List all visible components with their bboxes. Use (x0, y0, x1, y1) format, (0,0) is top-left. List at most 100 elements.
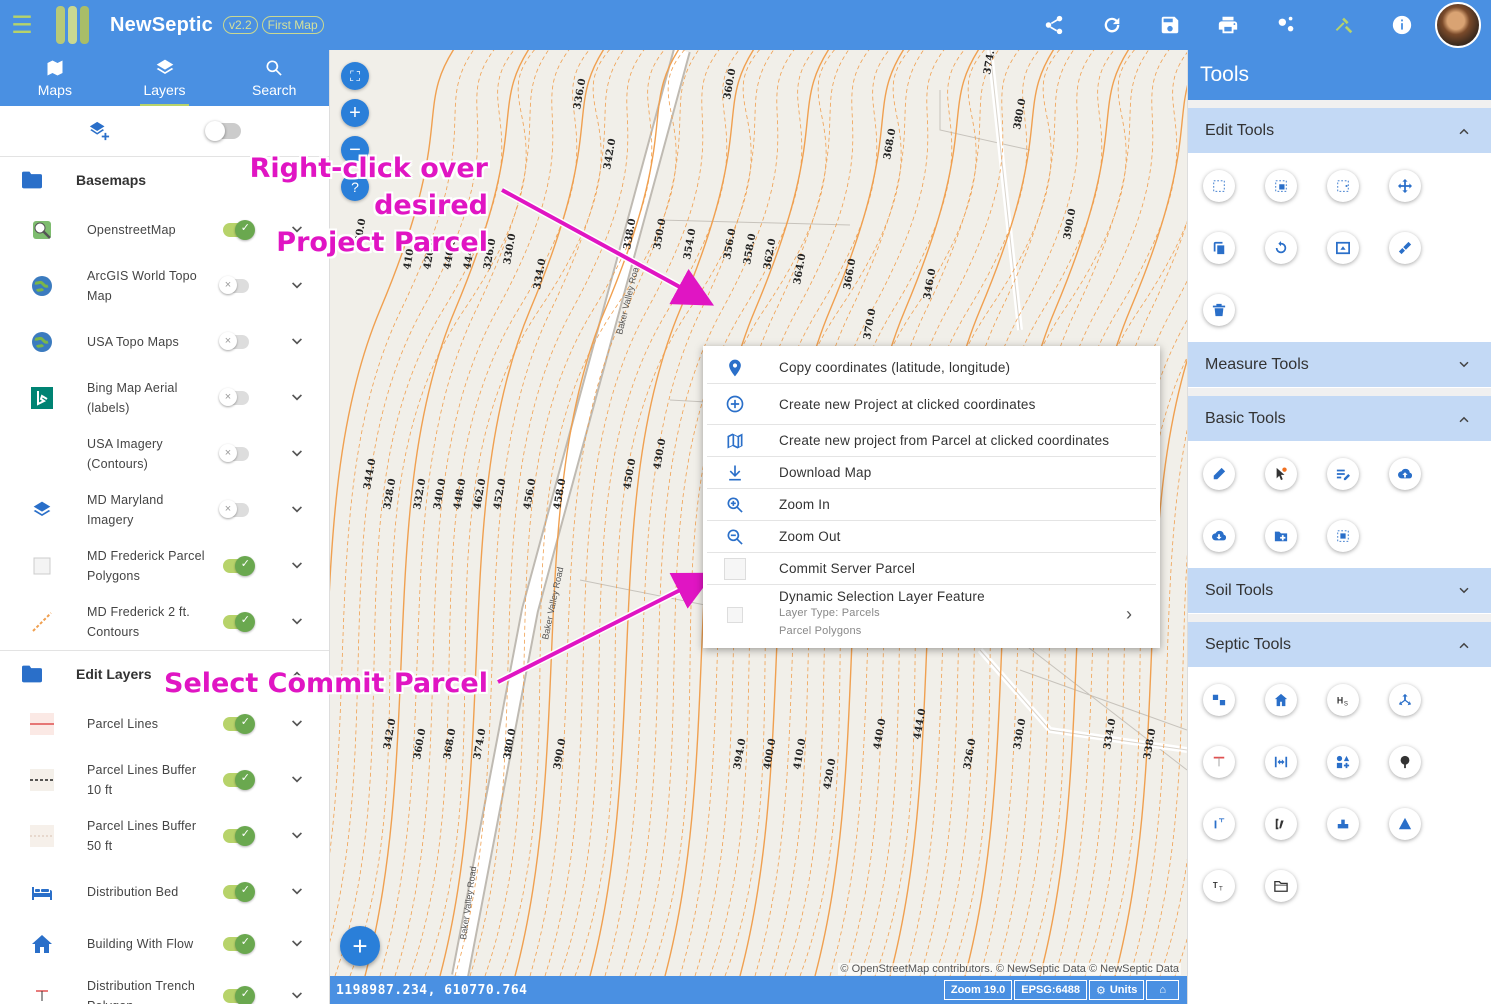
create-project-from-parcel-item[interactable]: Create new project from Parcel at clicke… (707, 425, 1156, 457)
septic-tools-header[interactable]: Septic Tools (1188, 622, 1491, 668)
fullscreen-icon[interactable]: ⛶ (341, 62, 369, 90)
move-icon[interactable] (1389, 170, 1421, 202)
cloud-download-icon[interactable] (1203, 520, 1235, 552)
clean-icon[interactable] (1389, 232, 1421, 264)
layer-toggle[interactable] (223, 934, 255, 954)
zoom-out-item[interactable]: Zoom Out (707, 521, 1156, 553)
hs-icon[interactable]: HS (1327, 684, 1359, 716)
pencil-icon[interactable] (1203, 458, 1235, 490)
tree-icon[interactable] (1389, 746, 1421, 778)
house-icon[interactable] (1265, 684, 1297, 716)
copy-coordinates-item[interactable]: Copy coordinates (latitude, longitude) (707, 352, 1156, 384)
pointer-icon[interactable] (1265, 458, 1297, 490)
chevron-down-icon[interactable] (287, 826, 307, 846)
zoom-in-item[interactable]: Zoom In (707, 489, 1156, 521)
width-icon[interactable] (1265, 746, 1297, 778)
commit-checkbox[interactable] (724, 557, 746, 580)
tools-icon[interactable] (1315, 0, 1373, 50)
dynamic-checkbox[interactable] (727, 606, 743, 623)
chevron-right-icon[interactable]: › (1126, 604, 1156, 625)
contour-label: 410.0 (792, 738, 808, 771)
edit-tools-header[interactable]: Edit Tools (1188, 108, 1491, 154)
menu-icon[interactable]: ☰ (0, 0, 44, 50)
tab-layers[interactable]: Layers (110, 50, 220, 106)
save-icon[interactable] (1141, 0, 1199, 50)
chevron-down-icon[interactable] (287, 276, 307, 296)
settings-icon[interactable] (1257, 0, 1315, 50)
layer-toggle[interactable] (219, 388, 249, 406)
layer-toggle[interactable] (223, 770, 255, 790)
home-button[interactable]: ⌂ (1146, 980, 1179, 1000)
layer-edit-toggle[interactable] (204, 121, 241, 141)
download-map-item[interactable]: Download Map (707, 457, 1156, 489)
flow-icon[interactable] (1265, 808, 1297, 840)
print-icon[interactable] (1199, 0, 1257, 50)
chevron-down-icon[interactable] (287, 388, 307, 408)
select-all-icon[interactable] (1327, 520, 1359, 552)
user-avatar[interactable] (1435, 2, 1481, 48)
folder-icon[interactable] (1265, 870, 1297, 902)
trench-tool-icon[interactable] (1203, 746, 1235, 778)
layer-toggle[interactable] (223, 556, 255, 576)
layer-row: MD Maryland Imagery (0, 482, 329, 538)
select-box-icon[interactable] (1203, 170, 1235, 202)
layer-toggle[interactable] (219, 444, 249, 462)
edit-list-icon[interactable] (1327, 458, 1359, 490)
layer-toggle[interactable] (223, 612, 255, 632)
commit-server-parcel-item[interactable]: Commit Server Parcel (707, 553, 1156, 585)
info-icon[interactable] (1373, 0, 1431, 50)
share-icon[interactable] (1025, 0, 1083, 50)
pipe-icon[interactable] (1203, 684, 1235, 716)
transform-icon[interactable] (1327, 232, 1359, 264)
chevron-down-icon[interactable] (287, 986, 307, 1004)
app-name: NewSeptic (110, 13, 213, 36)
text-edit-icon[interactable] (1203, 808, 1235, 840)
triangle-icon[interactable] (1389, 808, 1421, 840)
layer-toggle[interactable] (223, 882, 255, 902)
soil-tools-header[interactable]: Soil Tools (1188, 568, 1491, 614)
epsg-code[interactable]: EPSG:6488 (1014, 980, 1087, 1000)
layer-row: Parcel Lines Buffer 10 ft (0, 752, 329, 808)
chevron-down-icon[interactable] (287, 332, 307, 352)
chevron-down-icon[interactable] (287, 556, 307, 576)
cloud-upload-icon[interactable] (1389, 458, 1421, 490)
create-project-item[interactable]: Create new Project at clicked coordinate… (707, 384, 1156, 425)
chevron-down-icon[interactable] (287, 500, 307, 520)
select-layer-icon[interactable] (1265, 170, 1297, 202)
layer-toggle[interactable] (219, 500, 249, 518)
tab-search[interactable]: Search (219, 50, 329, 106)
chevron-down-icon[interactable] (287, 714, 307, 734)
add-layer-icon[interactable] (88, 120, 110, 142)
chevron-down-icon[interactable] (287, 612, 307, 632)
layer-toggle[interactable] (219, 276, 249, 294)
dynamic-selection-item[interactable]: Dynamic Selection Layer Feature Layer Ty… (707, 585, 1156, 644)
map-name-badge[interactable]: First Map (261, 16, 324, 34)
rotate-icon[interactable] (1265, 232, 1297, 264)
distribution-icon[interactable] (1389, 684, 1421, 716)
buffer-line-swatch-icon (30, 768, 54, 792)
add-selection-icon[interactable] (1327, 170, 1359, 202)
layer-toggle[interactable] (223, 826, 255, 846)
basic-tools-header[interactable]: Basic Tools (1188, 396, 1491, 442)
delete-icon[interactable] (1203, 294, 1235, 326)
text-size-icon[interactable]: TT (1203, 870, 1235, 902)
zoom-in-button[interactable]: + (341, 99, 369, 127)
contour-label: 420.0 (822, 758, 838, 791)
layer-toggle[interactable] (223, 714, 255, 734)
layer-toggle[interactable] (219, 332, 249, 350)
copy-icon[interactable] (1203, 232, 1235, 264)
chevron-down-icon[interactable] (287, 770, 307, 790)
units-button[interactable]: ⚙ Units (1088, 980, 1145, 1000)
measure-tools-header[interactable]: Measure Tools (1188, 342, 1491, 388)
chevron-down-icon[interactable] (287, 882, 307, 902)
folder-add-icon[interactable] (1265, 520, 1297, 552)
tab-maps[interactable]: Maps (0, 50, 110, 106)
shapes-add-icon[interactable] (1327, 746, 1359, 778)
bing-icon (30, 386, 54, 410)
tank-icon[interactable] (1327, 808, 1359, 840)
layer-toggle[interactable] (223, 986, 255, 1004)
chevron-down-icon[interactable] (287, 444, 307, 464)
refresh-icon[interactable] (1083, 0, 1141, 50)
add-feature-button[interactable]: + (340, 926, 380, 966)
chevron-down-icon[interactable] (287, 934, 307, 954)
